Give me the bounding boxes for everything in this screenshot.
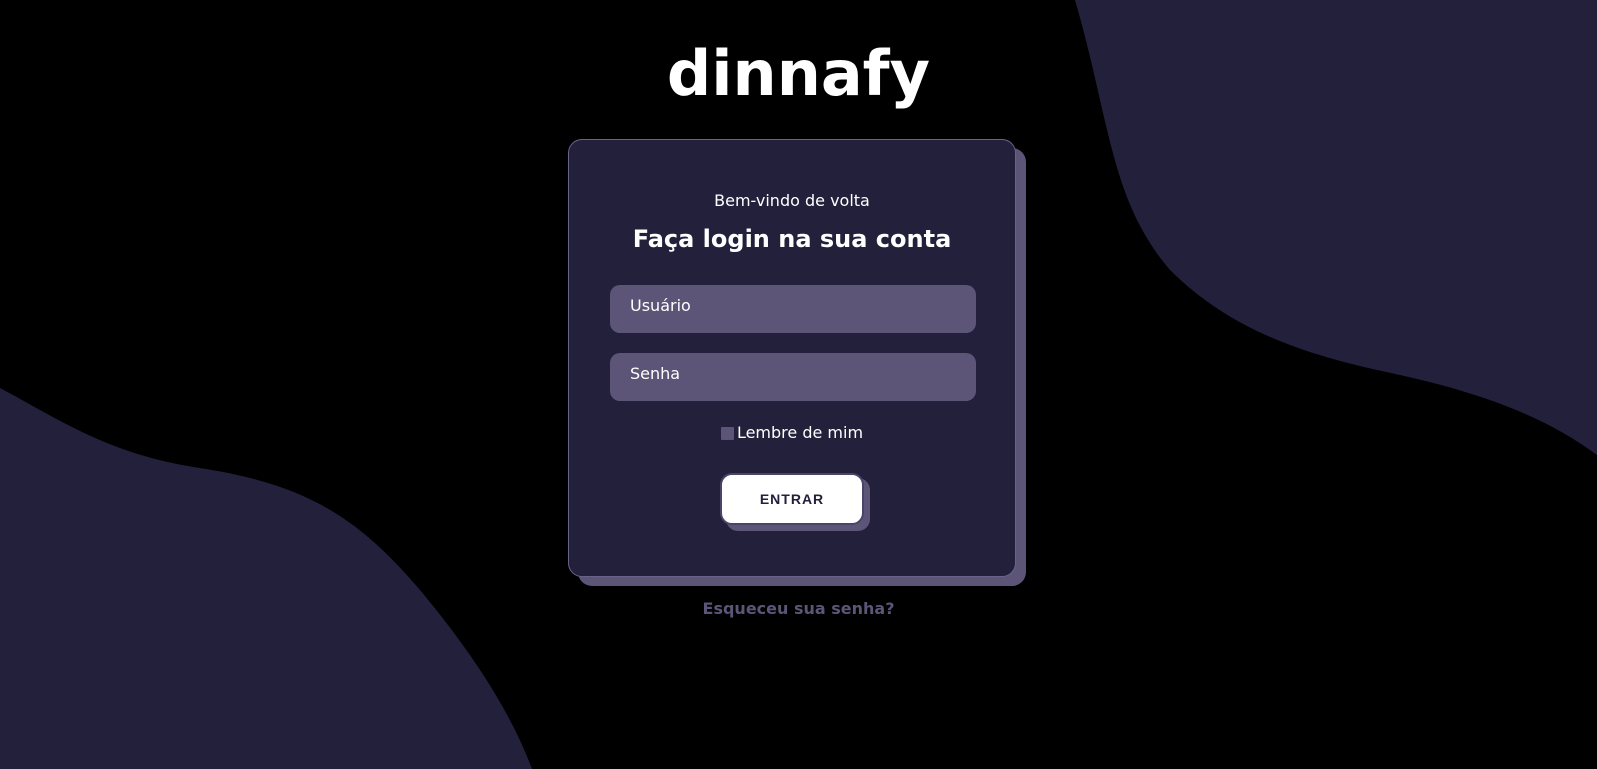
remember-me-label: Lembre de mim <box>736 423 864 442</box>
forgot-password-link[interactable]: Esqueceu sua senha? <box>703 599 895 618</box>
remember-me-toggle[interactable]: Lembre de mim <box>720 423 864 443</box>
forgot-password-row: Esqueceu sua senha? <box>0 599 1597 619</box>
remember-me-row: Lembre de mim <box>569 423 1015 445</box>
password-input[interactable] <box>610 353 976 401</box>
bottom-left-wave <box>0 388 532 769</box>
login-page: dinnafy Bem-vindo de volta Faça login na… <box>0 0 1597 769</box>
welcome-text: Bem-vindo de volta <box>714 191 870 210</box>
login-submit-button[interactable]: ENTRAR <box>720 473 864 525</box>
login-card: Bem-vindo de volta Faça login na sua con… <box>568 139 1016 577</box>
username-input[interactable] <box>610 285 976 333</box>
login-heading: Faça login na sua conta <box>632 225 952 253</box>
checkbox-unchecked-icon[interactable] <box>720 426 734 440</box>
brand-logo: dinnafy <box>666 37 931 110</box>
